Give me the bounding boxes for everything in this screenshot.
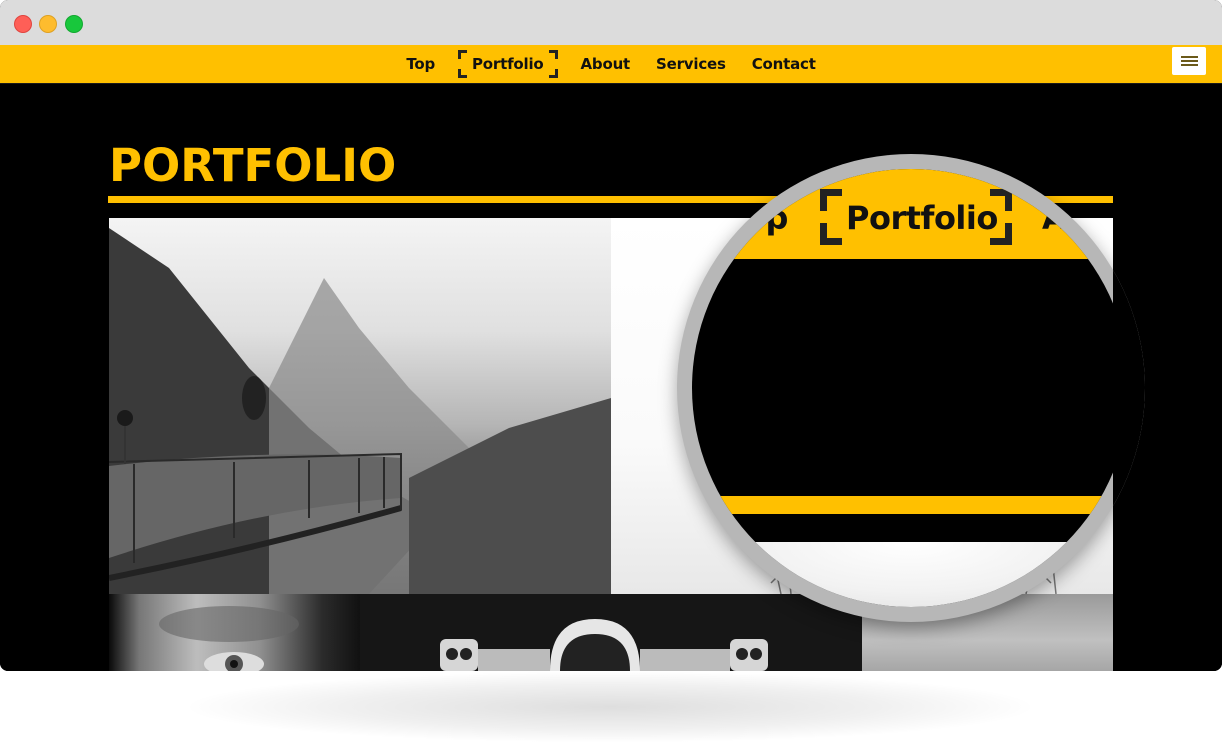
minimize-window-button[interactable] bbox=[39, 15, 57, 33]
nav-label: Contact bbox=[751, 55, 816, 73]
hamburger-icon-line bbox=[1180, 56, 1198, 58]
bracket-corner-icon bbox=[458, 69, 468, 78]
magnified-nav-bar: op Portfolio Ab bbox=[692, 169, 1130, 259]
nav-label: Services bbox=[656, 55, 726, 73]
maximize-window-button[interactable] bbox=[65, 15, 83, 33]
top-navigation-bar: Top Portfolio About Services Contact bbox=[0, 45, 1222, 84]
nav-item-top[interactable]: Top bbox=[393, 45, 448, 83]
nav-item-portfolio[interactable]: Portfolio bbox=[448, 45, 568, 83]
nav-label: About bbox=[580, 55, 631, 73]
bracket-corner-icon bbox=[990, 223, 1012, 245]
portfolio-tile-face[interactable] bbox=[109, 594, 360, 671]
content-edge-mask bbox=[1113, 154, 1145, 622]
nav-label: Portfolio bbox=[472, 55, 544, 73]
nav-item-about[interactable]: About bbox=[568, 45, 644, 83]
magnified-nav-top: op bbox=[744, 199, 788, 237]
bracket-corner-icon bbox=[548, 50, 558, 59]
bracket-corner-icon bbox=[820, 223, 842, 245]
magnified-photo-edge bbox=[692, 542, 1130, 607]
mountain-photo bbox=[109, 228, 611, 594]
bracket-corner-icon bbox=[990, 189, 1012, 211]
close-window-button[interactable] bbox=[14, 15, 32, 33]
nav-item-contact[interactable]: Contact bbox=[739, 45, 829, 83]
hamburger-icon-line bbox=[1180, 64, 1198, 66]
browser-window: Top Portfolio About Services Contact POR… bbox=[0, 0, 1222, 671]
bracket-corner-icon bbox=[820, 189, 842, 211]
bracket-corner-icon bbox=[548, 69, 558, 78]
face-photo bbox=[159, 606, 299, 671]
nav-item-services[interactable]: Services bbox=[643, 45, 739, 83]
hamburger-menu-button[interactable] bbox=[1172, 47, 1206, 75]
portfolio-tile-mountain[interactable] bbox=[109, 218, 611, 594]
magnified-view: op Portfolio Ab bbox=[692, 169, 1130, 607]
magnified-nav-portfolio: Portfolio bbox=[846, 199, 998, 237]
window-shadow bbox=[190, 672, 1030, 742]
main-nav: Top Portfolio About Services Contact bbox=[0, 45, 1222, 83]
magnified-nav-about: Ab bbox=[1042, 199, 1089, 237]
page-title: PORTFOLIO bbox=[109, 139, 397, 192]
title-bar bbox=[0, 0, 1222, 45]
portfolio-section: PORTFOLIO op Portfolio Ab bbox=[0, 84, 1222, 671]
hamburger-icon-line bbox=[1180, 60, 1198, 62]
magnifier-lens: op Portfolio Ab bbox=[677, 154, 1145, 622]
magnified-title-underline bbox=[692, 496, 1130, 514]
bracket-corner-icon bbox=[458, 50, 468, 59]
nav-label: Top bbox=[406, 55, 436, 73]
